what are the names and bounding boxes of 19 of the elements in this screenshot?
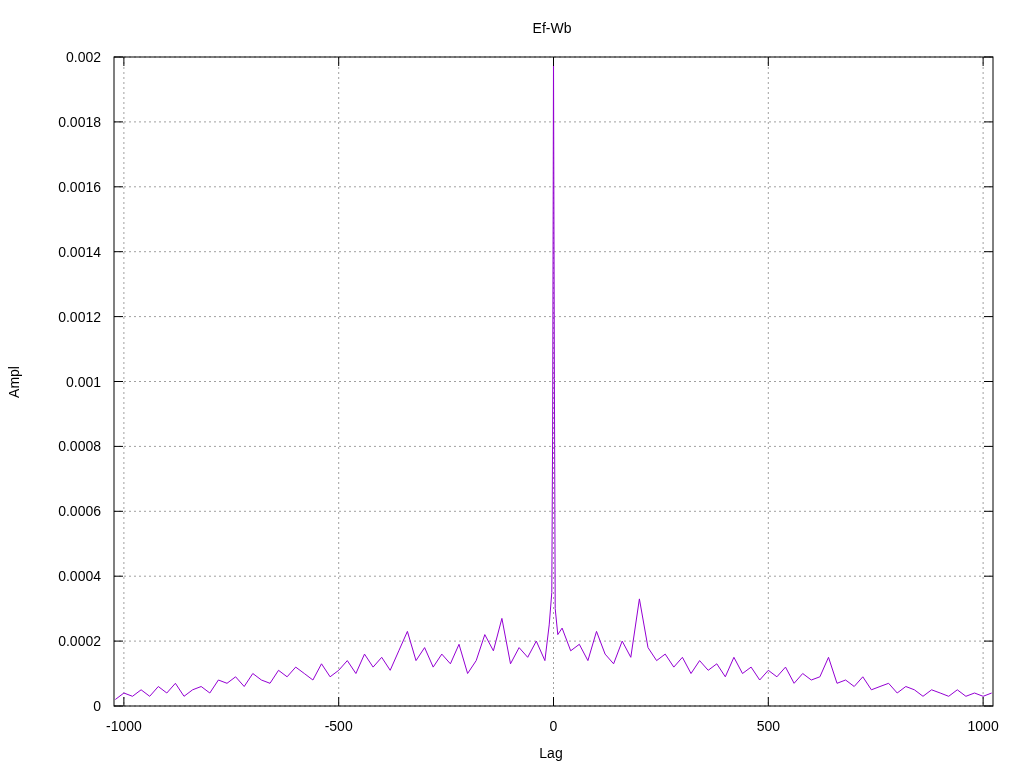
tick-label: 0.0002 [58, 633, 101, 650]
tick-label: -500 [324, 718, 353, 734]
tick-label: 0.002 [65, 49, 101, 65]
chart-title: Ef-Wb [532, 20, 572, 36]
tick-label: 0.0014 [58, 243, 101, 260]
tick-label: 1000 [967, 718, 999, 734]
tick-label: -1000 [105, 718, 142, 734]
tick-label: 500 [756, 718, 780, 734]
y-axis-label: Ampl [6, 366, 22, 398]
x-axis-label: Lag [539, 745, 563, 761]
tick-label: 0.0008 [58, 438, 101, 455]
tick-label: 0.0016 [58, 178, 101, 195]
tick-label: 0 [549, 718, 558, 734]
tick-label: 0.0012 [58, 308, 101, 325]
tick-label: 0.0004 [58, 568, 101, 585]
tick-label: 0.0006 [58, 503, 101, 520]
tick-label: 0.0018 [58, 113, 101, 130]
tick-label: 0 [93, 698, 101, 714]
tick-label: 0.001 [65, 373, 101, 390]
